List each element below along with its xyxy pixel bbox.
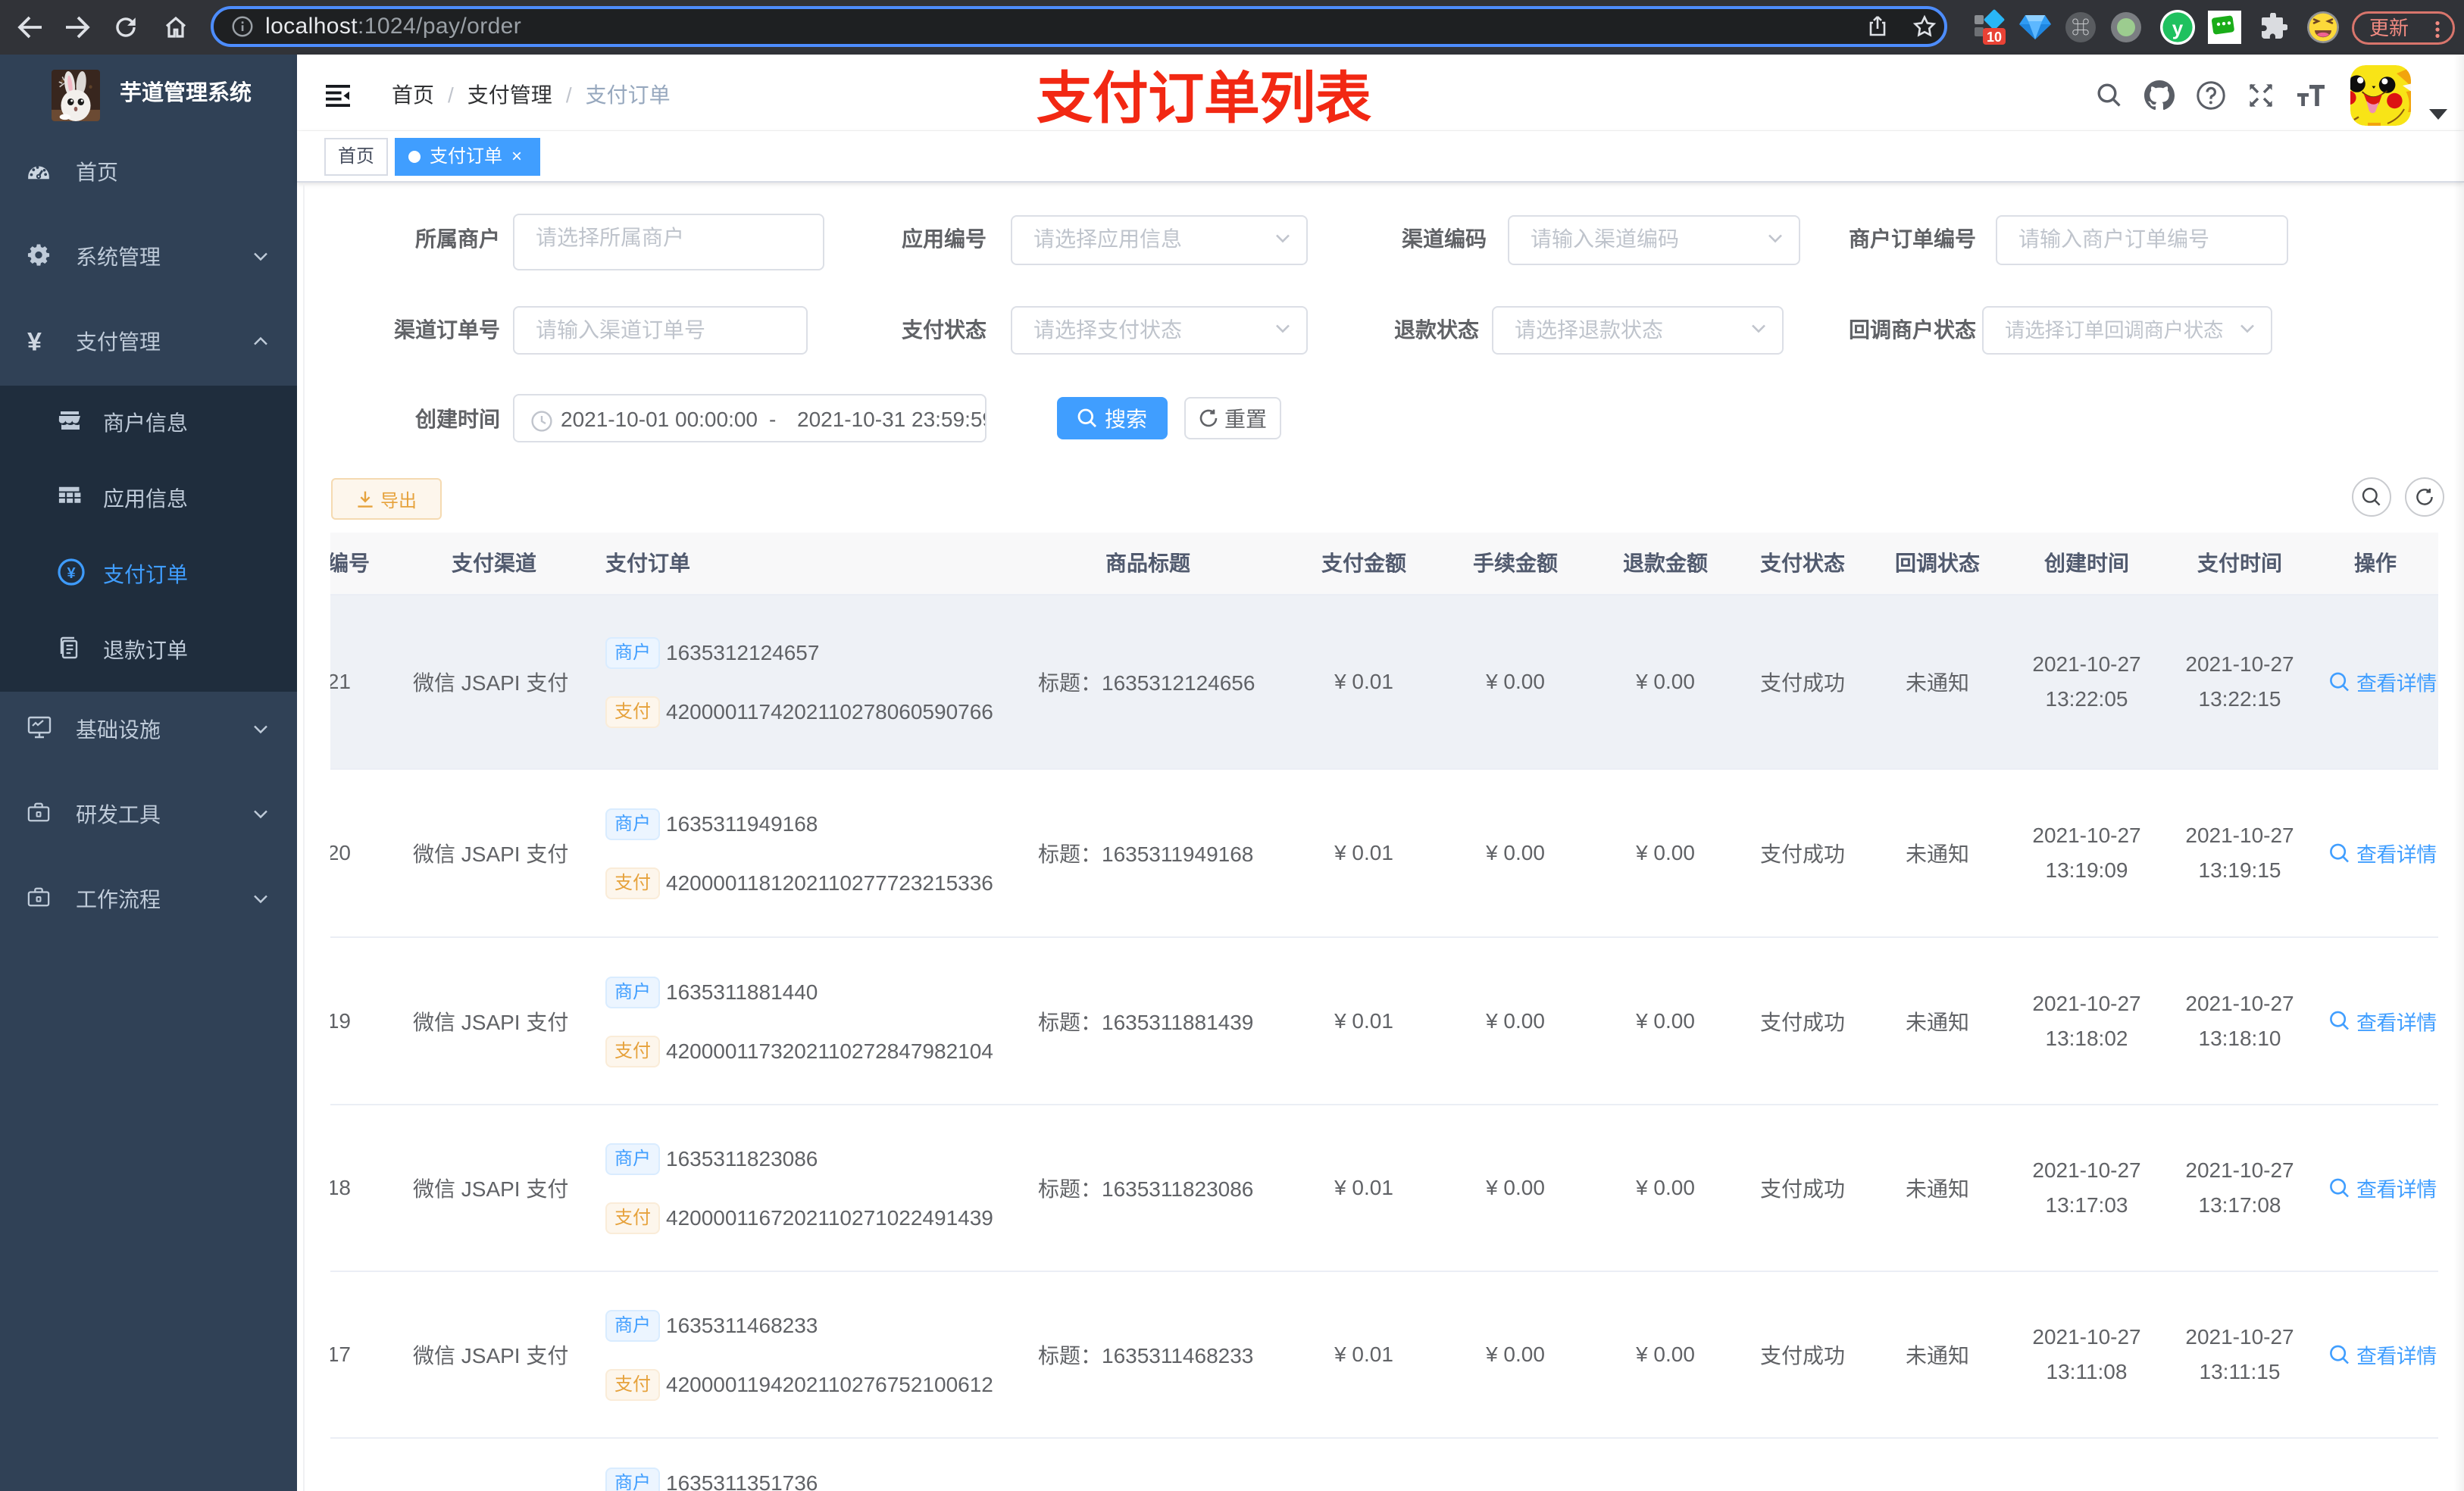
svg-text:⌘: ⌘ [2072, 18, 2090, 39]
svg-text:y: y [2172, 17, 2184, 39]
svg-text:¥: ¥ [67, 565, 76, 582]
svg-text:10: 10 [1987, 30, 2002, 45]
